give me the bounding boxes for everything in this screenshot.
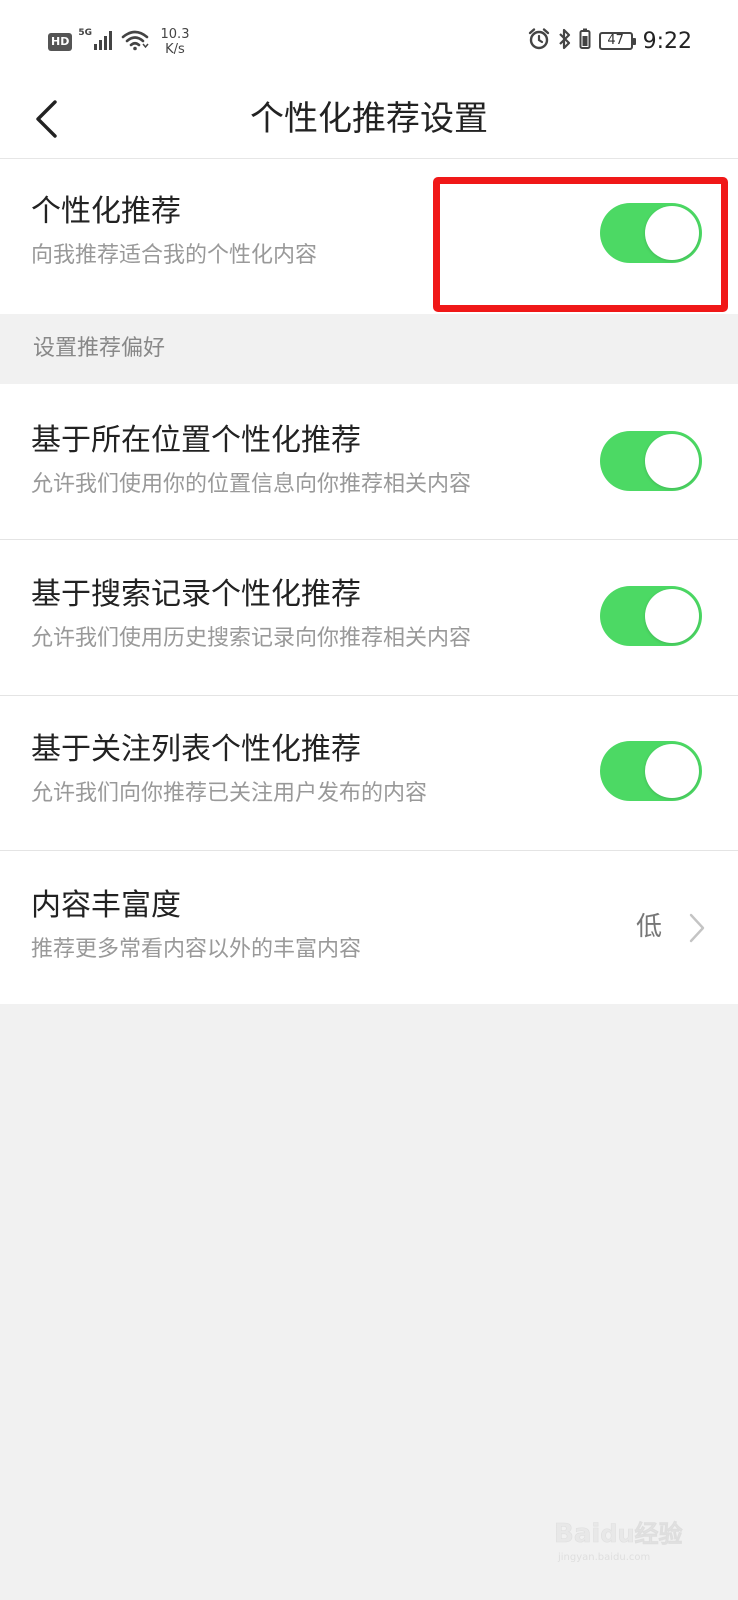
battery-icon: 47	[598, 32, 636, 50]
bluetooth-icon	[557, 27, 573, 55]
setting-row-following: 基于关注列表个性化推荐 允许我们向你推荐已关注用户发布的内容	[0, 696, 738, 850]
setting-subtitle: 允许我们向你推荐已关注用户发布的内容	[31, 781, 428, 806]
setting-subtitle: 允许我们使用你的位置信息向你推荐相关内容	[31, 472, 472, 497]
setting-title: 基于所在位置个性化推荐	[31, 423, 361, 458]
network-speed-unit: K/s	[165, 42, 185, 57]
setting-title: 基于搜索记录个性化推荐	[31, 577, 361, 612]
following-toggle[interactable]	[600, 741, 702, 801]
setting-subtitle: 推荐更多常看内容以外的丰富内容	[31, 937, 362, 962]
network-speed-value: 10.3	[160, 27, 190, 42]
setting-title: 基于关注列表个性化推荐	[31, 732, 361, 767]
status-bar-right: 47 9:22	[521, 26, 692, 56]
setting-subtitle: 允许我们使用历史搜索记录向你推荐相关内容	[31, 626, 472, 651]
alarm-icon	[527, 27, 551, 55]
network-speed: 10.3 K/s	[157, 27, 193, 57]
status-bar-left: HD 5G 10.3 K/s	[48, 22, 193, 62]
vibrate-battery-icon	[579, 27, 591, 55]
setting-title: 内容丰富度	[31, 888, 181, 923]
setting-row-richness[interactable]: 内容丰富度 推荐更多常看内容以外的丰富内容 低	[0, 851, 738, 1004]
hd-badge: HD	[48, 33, 73, 51]
page-title: 个性化推荐设置	[250, 99, 488, 139]
toggle-knob	[645, 434, 699, 488]
signal-icon	[93, 29, 115, 55]
network-type-label: 5G	[78, 28, 92, 38]
watermark-text: Baidu经验	[554, 1519, 683, 1549]
chevron-right-icon	[689, 913, 705, 943]
section-header: 设置推荐偏好	[0, 314, 738, 384]
nav-header: 个性化推荐设置	[0, 80, 738, 159]
toggle-knob	[645, 744, 699, 798]
richness-value: 低	[635, 912, 662, 942]
section-label: 设置推荐偏好	[33, 336, 166, 361]
highlight-box	[433, 177, 728, 312]
location-toggle[interactable]	[600, 431, 702, 491]
setting-title: 个性化推荐	[31, 194, 181, 229]
watermark-subtext: jingyan.baidu.com	[557, 1552, 650, 1563]
settings-page: HD 5G 10.3 K/s 47 9:22 个性化推荐设置 个性化推荐 向我推…	[0, 0, 738, 1600]
setting-row-search-history: 基于搜索记录个性化推荐 允许我们使用历史搜索记录向你推荐相关内容	[0, 540, 738, 695]
wifi-icon	[121, 29, 149, 55]
setting-subtitle: 向我推荐适合我的个性化内容	[31, 243, 318, 268]
status-bar: HD 5G 10.3 K/s 47 9:22	[0, 0, 738, 80]
setting-row-location: 基于所在位置个性化推荐 允许我们使用你的位置信息向你推荐相关内容	[0, 384, 738, 539]
search-history-toggle[interactable]	[600, 586, 702, 646]
toggle-knob	[645, 589, 699, 643]
baidu-watermark: Baidu经验 jingyan.baidu.com	[548, 1508, 698, 1572]
status-time: 9:22	[642, 28, 692, 54]
